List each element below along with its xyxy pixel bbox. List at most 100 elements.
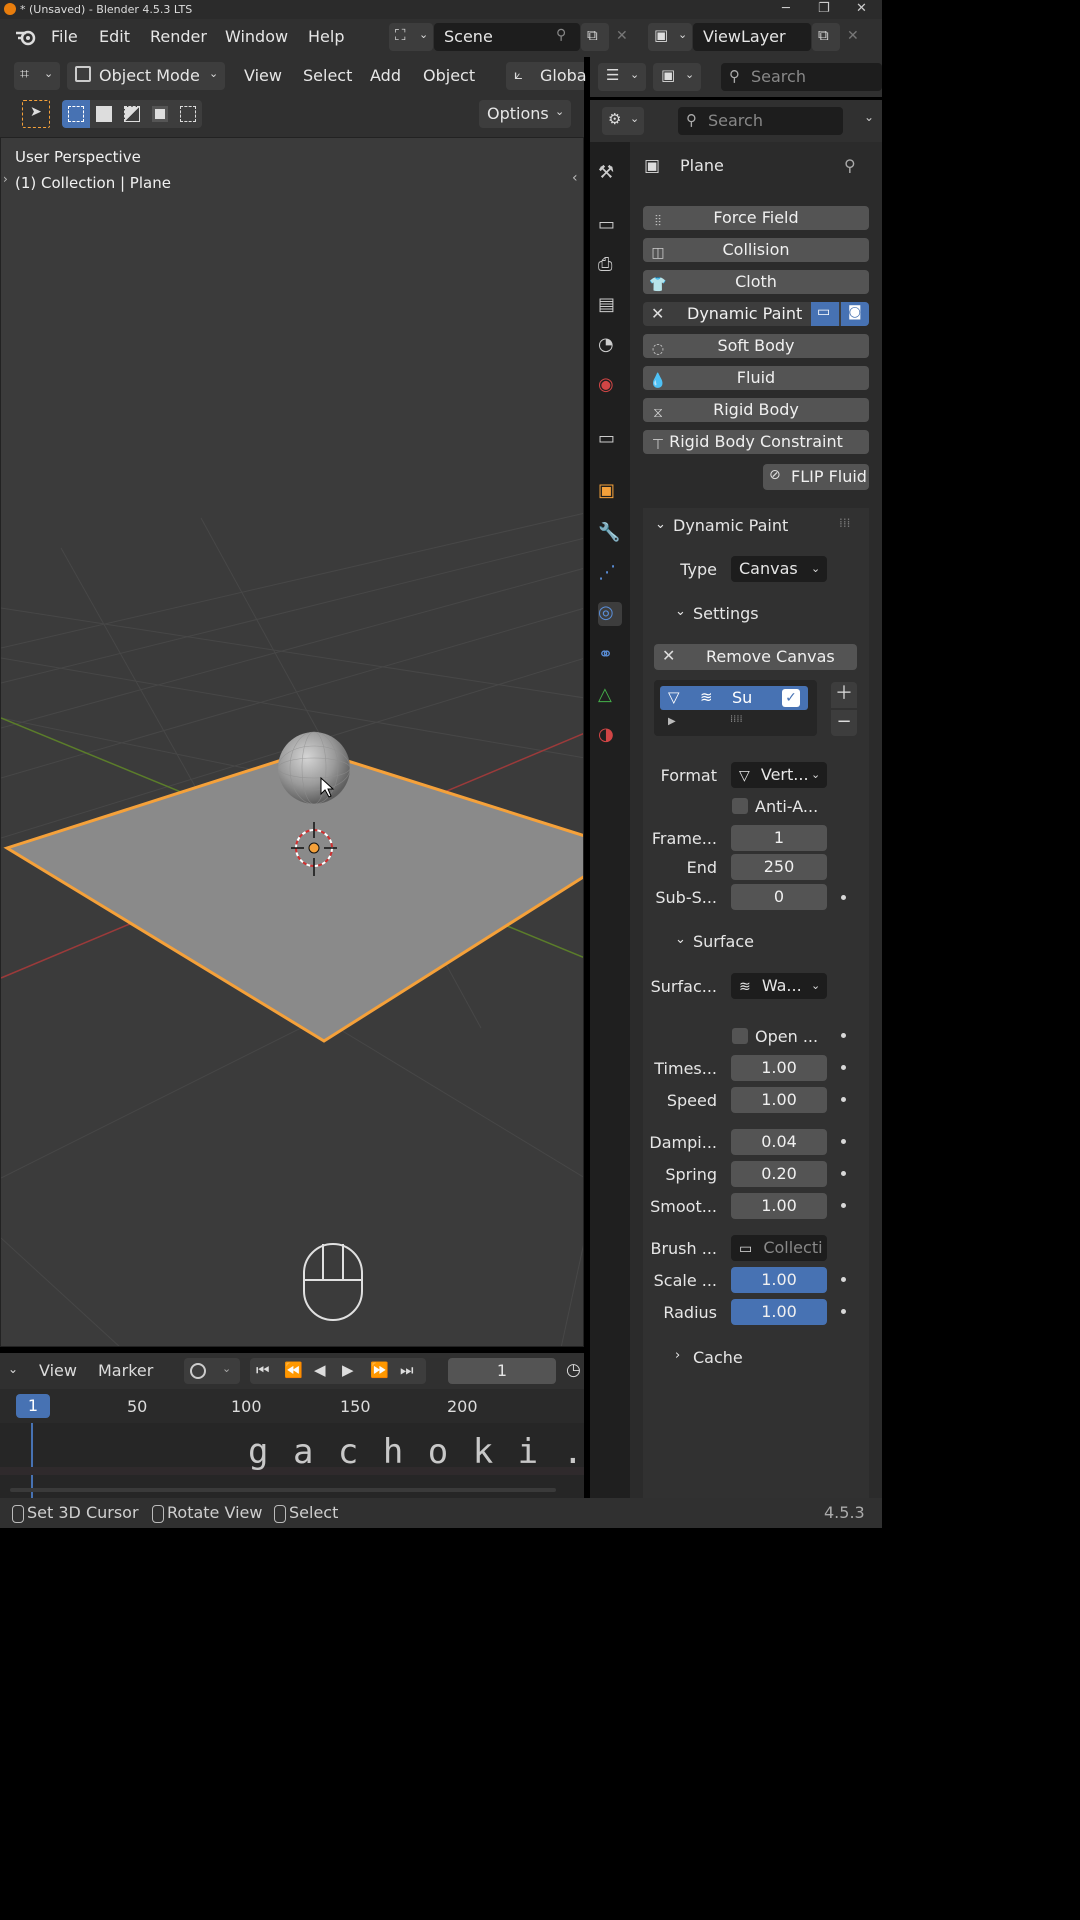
view-layer-selector-button[interactable]: ▣ ⌄ [648,23,692,51]
radius-field[interactable]: 1.00 [731,1299,827,1325]
select-extend-icon[interactable] [96,106,112,122]
jump-keyframe-forward-icon[interactable]: ⏩ [370,1361,389,1379]
viewport-menu-add[interactable]: Add [370,66,401,85]
select-intersect-icon[interactable] [180,106,196,122]
timeline-editor-chevron-icon[interactable]: ⌄ [8,1362,18,1376]
jump-end-icon[interactable]: ⏭ [400,1361,414,1379]
scene-name-field[interactable]: Scene ⚲ [434,23,580,51]
rigid-body-constraint-button[interactable]: ⊤ Rigid Body Constraint [643,430,869,454]
surface-list-item[interactable]: ▽ ≋ Su ✓ [660,686,808,710]
collection-tab-icon[interactable]: ▭ [598,428,622,452]
scene-tab-icon[interactable]: ◔ [598,334,622,358]
select-new-icon[interactable] [62,100,90,128]
data-tab-icon[interactable]: △ [598,684,622,708]
settings-subpanel-header[interactable]: Settings [693,604,759,623]
display-mode-button[interactable]: ▣ ⌄ [653,63,701,91]
smooth-field[interactable]: 1.00 [731,1193,827,1219]
keyframe-dot-icon[interactable] [841,1203,846,1208]
new-scene-button[interactable]: ⧉ [581,23,609,51]
chevron-down-icon[interactable]: ⌄ [864,110,874,124]
keyframe-dot-icon[interactable] [841,1065,846,1070]
scale-field[interactable]: 1.00 [731,1267,827,1293]
show-render-icon[interactable]: ◙ [841,302,869,326]
cache-subpanel-header[interactable]: Cache [693,1348,743,1367]
viewport-menu-object[interactable]: Object [423,66,475,85]
particles-tab-icon[interactable]: ⋰ [598,562,622,586]
damping-field[interactable]: 0.04 [731,1129,827,1155]
outliner-search-input[interactable]: ⚲ Search [721,63,882,91]
menu-file[interactable]: File [51,27,78,46]
brush-collection-field[interactable]: ▭ Collecti [731,1235,827,1261]
outliner-editor-type-button[interactable]: ☰ ⌄ [598,63,646,91]
timeline-menu-view[interactable]: View [39,1361,77,1380]
collision-button[interactable]: ◫ Collision [643,238,869,262]
sidebar-expand-icon[interactable]: ‹ [572,170,578,186]
jump-start-icon[interactable]: ⏮ [256,1361,270,1379]
world-tab-icon[interactable]: ◉ [598,374,622,398]
mode-dropdown[interactable]: Object Mode ⌄ [67,62,225,90]
constraints-tab-icon[interactable]: ⚭ [598,644,622,668]
new-view-layer-button[interactable]: ⧉ [812,23,840,51]
transform-orientation-dropdown[interactable]: ⟀ Globa [506,62,587,90]
soft-body-button[interactable]: ◌ Soft Body [643,334,869,358]
keyframe-dot-icon[interactable] [841,1033,846,1038]
timescale-field[interactable]: 1.00 [731,1055,827,1081]
object-tab-icon[interactable]: ▣ [598,480,622,504]
physics-tab-icon[interactable]: ◎ [598,602,622,626]
select-subtract-icon[interactable] [124,106,140,122]
pin-icon[interactable]: ⚲ [556,27,566,43]
filter-expand-icon[interactable]: ▶ [668,716,676,727]
fluid-button[interactable]: 💧 Fluid [643,366,869,390]
timeline-menu-marker[interactable]: Marker [98,1361,153,1380]
dynamic-paint-header[interactable]: Dynamic Paint [673,516,788,535]
select-tool-icon[interactable]: ➤ [22,100,50,128]
maximize-icon[interactable]: ❐ [818,1,830,16]
keyframe-dot-icon[interactable] [841,1097,846,1102]
cloth-button[interactable]: 👕 Cloth [643,270,869,294]
tool-tab-icon[interactable]: ⚒ [598,162,622,186]
viewport-menu-view[interactable]: View [244,66,282,85]
jump-keyframe-back-icon[interactable]: ⏪ [284,1361,303,1379]
scene-selector-button[interactable]: ⛶ ⌄ [389,23,433,51]
keyframe-dot-icon[interactable] [841,1139,846,1144]
playhead[interactable] [31,1423,33,1498]
current-frame-marker[interactable]: 1 [16,1394,50,1418]
minimize-icon[interactable]: ─ [782,1,790,16]
keying-button[interactable]: ⌄ [184,1358,240,1384]
play-icon[interactable]: ▶ [342,1361,354,1379]
delete-scene-icon[interactable]: ✕ [616,28,628,44]
pin-icon[interactable]: ⚲ [844,156,856,175]
delete-view-layer-icon[interactable]: ✕ [847,28,859,44]
menu-edit[interactable]: Edit [99,27,130,46]
format-dropdown[interactable]: ▽ Vert... ⌄ [731,762,827,788]
remove-dynamic-paint-icon[interactable]: ✕ [651,304,664,323]
editor-type-button[interactable]: ⌗ ⌄ [14,62,60,90]
stopwatch-icon[interactable]: ◷ [566,1360,581,1380]
timeline-ruler[interactable]: 1 50 100 150 200 [0,1389,584,1423]
view-layer-tab-icon[interactable]: ▤ [598,294,622,318]
select-invert-icon[interactable] [152,106,168,122]
properties-search-input[interactable]: ⚲ Search [678,107,843,135]
drag-handle-icon[interactable]: ⁞⁞⁞ [839,516,850,530]
material-tab-icon[interactable]: ◑ [598,724,622,748]
close-icon[interactable]: ✕ [856,1,867,16]
remove-surface-button[interactable]: − [831,710,857,736]
frame-start-field[interactable]: 1 [731,825,827,851]
keyframe-dot-icon[interactable] [841,1171,846,1176]
chevron-right-icon[interactable]: › [675,1348,680,1363]
spring-field[interactable]: 0.20 [731,1161,827,1187]
type-dropdown[interactable]: Canvas ⌄ [731,556,827,582]
surface-subpanel-header[interactable]: Surface [693,932,754,951]
add-surface-button[interactable]: ＋ [831,682,857,708]
keyframe-dot-icon[interactable] [841,895,846,900]
view-layer-name-field[interactable]: ViewLayer [693,23,811,51]
frame-end-field[interactable]: 250 [731,854,827,880]
modifier-tab-icon[interactable]: 🔧 [598,522,622,546]
resize-handle-icon[interactable]: ⁞⁞⁞⁞ [730,714,743,725]
menu-render[interactable]: Render [150,27,207,46]
open-borders-checkbox[interactable] [732,1028,748,1044]
surface-type-dropdown[interactable]: ≋ Wa... ⌄ [731,973,827,999]
chevron-down-icon[interactable]: ⌄ [675,604,686,619]
substeps-field[interactable]: 0 [731,884,827,910]
chevron-down-icon[interactable]: ⌄ [655,517,666,532]
